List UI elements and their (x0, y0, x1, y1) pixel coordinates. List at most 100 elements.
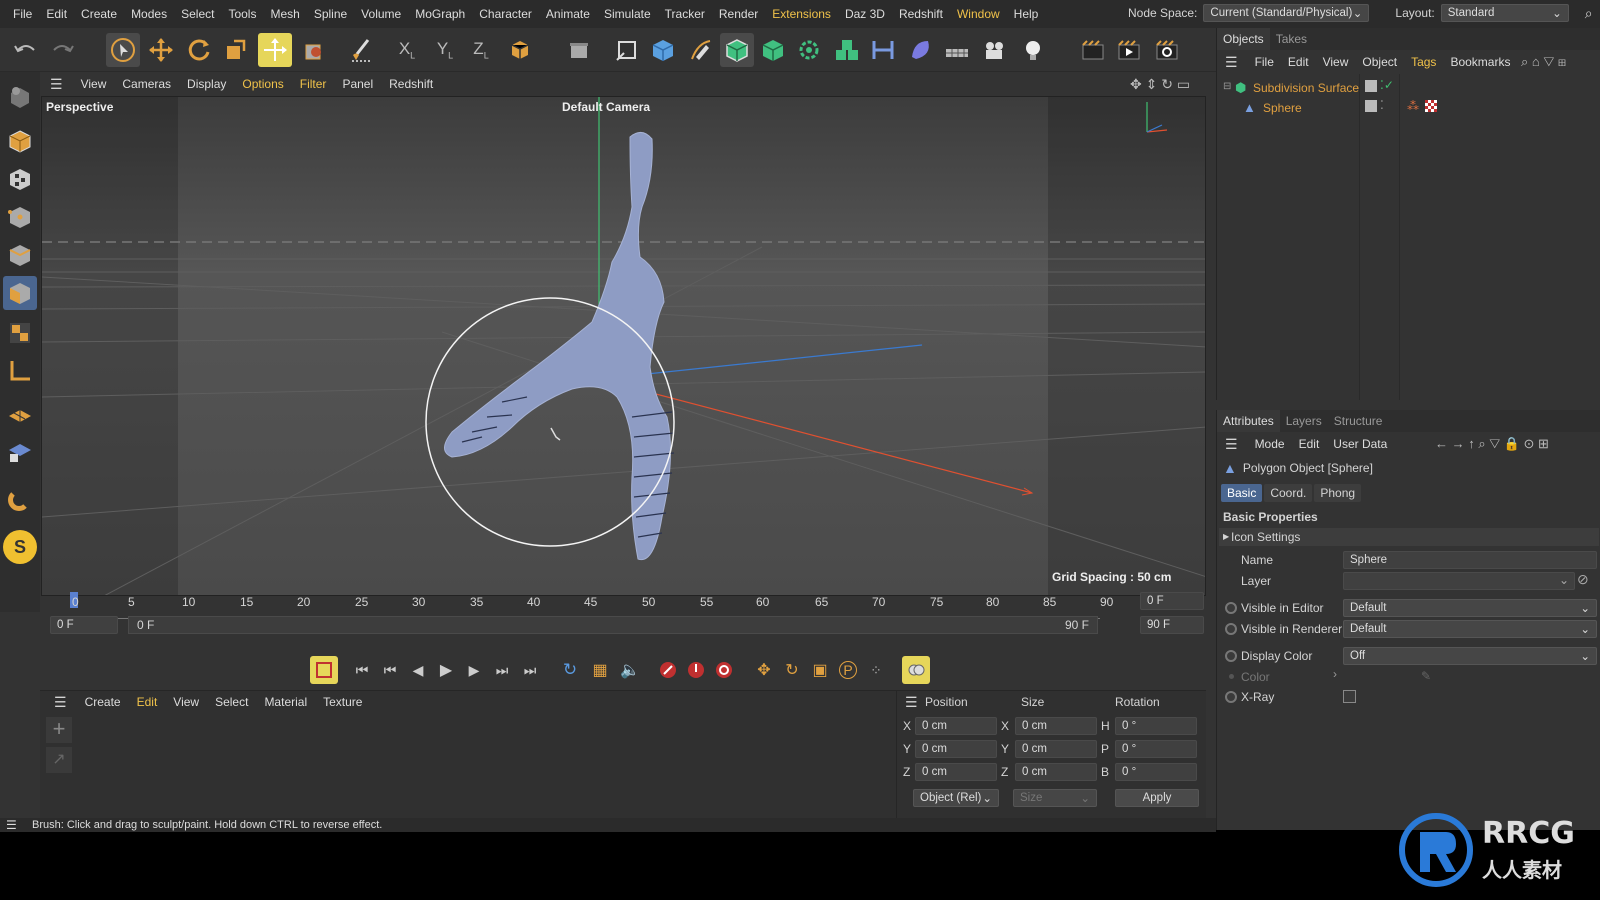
menu-tools[interactable]: Tools (221, 7, 263, 21)
tab-structure[interactable]: Structure (1328, 414, 1389, 428)
polygons-mode-icon[interactable] (3, 276, 37, 310)
object-manager-toolbar-icons[interactable]: ⌕ ⌂ ▽ ⊞ (1521, 54, 1566, 70)
z-axis-lock-icon[interactable]: ZL (464, 33, 498, 67)
animate-radio-icon[interactable] (1225, 691, 1237, 703)
eyedropper-icon[interactable]: ✎ (1421, 669, 1431, 683)
coordinate-system-icon[interactable] (502, 33, 536, 67)
sound-icon[interactable]: 🔈 (616, 656, 644, 684)
add-material-icon[interactable]: + (46, 717, 72, 743)
menu-edit[interactable]: Edit (39, 7, 74, 21)
object-row-subdivision-surface[interactable]: ⊟ ⬢ Subdivision Surface ⁚✓ (1217, 78, 1600, 98)
frame-range-slider[interactable]: 0 F 90 F (128, 616, 1098, 634)
objects-menu-edit[interactable]: Edit (1281, 55, 1316, 69)
menu-redshift[interactable]: Redshift (892, 7, 950, 21)
attr-menu-user-data[interactable]: User Data (1326, 437, 1394, 451)
animate-radio-icon[interactable] (1225, 623, 1237, 635)
material-menu-view[interactable]: View (165, 695, 207, 709)
camera-icon[interactable] (978, 33, 1012, 67)
pen-spline-icon[interactable] (684, 33, 718, 67)
hamburger-menu-icon[interactable]: ☰ (1225, 54, 1248, 71)
menu-animate[interactable]: Animate (539, 7, 597, 21)
name-field[interactable]: Sphere (1343, 551, 1597, 569)
play-icon[interactable]: ▶ (432, 656, 460, 684)
size-mode-dropdown[interactable]: Size ⌄ (1013, 789, 1097, 807)
render-to-picture-viewer-icon[interactable] (1112, 33, 1146, 67)
auto-key-icon[interactable] (682, 656, 710, 684)
icon-settings-group[interactable]: ▶ Icon Settings (1219, 528, 1599, 546)
rotate-tool-icon[interactable] (182, 33, 216, 67)
end-frame-field[interactable]: 90 F (1140, 616, 1204, 634)
node-space-dropdown[interactable]: Current (Standard/Physical) ⌄ (1203, 4, 1370, 22)
scale-tool-icon[interactable] (218, 33, 252, 67)
viewport-menu-cameras[interactable]: Cameras (114, 77, 179, 91)
hamburger-menu-icon[interactable]: ☰ (40, 76, 73, 93)
viewport-menu-redshift[interactable]: Redshift (381, 77, 441, 91)
rotation-h-field[interactable]: 0 ° (1115, 717, 1197, 735)
menu-render[interactable]: Render (712, 7, 765, 21)
objects-menu-tags[interactable]: Tags (1404, 55, 1443, 69)
tab-takes[interactable]: Takes (1270, 32, 1313, 46)
keyframe-record-icon[interactable] (310, 656, 338, 684)
keyframe-selection-icon[interactable] (710, 656, 738, 684)
menu-help[interactable]: Help (1007, 7, 1046, 21)
null-object-icon[interactable] (610, 33, 644, 67)
key-rotation-icon[interactable]: ↻ (778, 656, 806, 684)
visibility-dots-icon[interactable]: ⁚ (1380, 98, 1384, 112)
material-menu-material[interactable]: Material (256, 695, 315, 709)
viewport-menu-panel[interactable]: Panel (334, 77, 381, 91)
key-point-level-icon[interactable]: ⁘ (862, 656, 890, 684)
sculpt-brush-icon[interactable]: S (3, 530, 37, 564)
record-keys-icon[interactable] (654, 656, 682, 684)
move-tool-icon[interactable] (144, 33, 178, 67)
menu-window[interactable]: Window (950, 7, 1007, 21)
position-y-field[interactable]: 0 cm (915, 740, 997, 758)
edges-mode-icon[interactable] (3, 238, 37, 272)
floor-icon[interactable] (940, 33, 974, 67)
render-view-icon[interactable] (1076, 33, 1110, 67)
animate-radio-icon[interactable] (1225, 650, 1237, 662)
attr-toolbar-icons[interactable]: ← → ↑ ⌕ ▽ 🔒 ⊙ ⊞ (1435, 436, 1549, 452)
objects-menu-object[interactable]: Object (1355, 55, 1404, 69)
start-frame-field[interactable]: 0 F (50, 616, 118, 634)
size-x-field[interactable]: 0 cm (1015, 717, 1097, 735)
motion-system-icon[interactable] (902, 656, 930, 684)
axis-mode-icon[interactable] (3, 354, 37, 388)
next-frame-icon[interactable]: ▶ (460, 656, 488, 684)
viewport-menu-options[interactable]: Options (234, 77, 291, 91)
phong-tag-icon[interactable]: ⁂ (1407, 99, 1419, 113)
subtab-basic[interactable]: Basic (1221, 484, 1263, 502)
make-editable-icon[interactable] (3, 80, 37, 114)
tab-layers[interactable]: Layers (1280, 414, 1328, 428)
position-z-field[interactable]: 0 cm (915, 763, 997, 781)
go-to-end-icon[interactable]: ⏭ (516, 656, 544, 684)
snap-icon[interactable] (3, 398, 37, 432)
xray-checkbox[interactable] (1343, 690, 1356, 703)
layout-dropdown[interactable]: Standard ⌄ (1440, 4, 1569, 22)
objects-menu-file[interactable]: File (1248, 55, 1281, 69)
apply-button[interactable]: Apply (1115, 789, 1199, 807)
size-y-field[interactable]: 0 cm (1015, 740, 1097, 758)
hamburger-menu-icon[interactable]: ☰ (1225, 436, 1248, 453)
layer-field[interactable] (1343, 572, 1575, 590)
next-key-icon[interactable]: ⏭ (488, 656, 516, 684)
mograph-cloner-icon[interactable] (792, 33, 826, 67)
cube-icon[interactable] (646, 33, 680, 67)
material-menu-select[interactable]: Select (207, 695, 256, 709)
menu-create[interactable]: Create (74, 7, 124, 21)
render-settings-icon[interactable] (1150, 33, 1184, 67)
hamburger-menu-icon[interactable]: ☰ (905, 694, 918, 711)
texture-mode-icon[interactable] (3, 162, 37, 196)
material-tag-icon[interactable] (1425, 100, 1437, 112)
cloner-icon[interactable] (830, 33, 864, 67)
subtab-phong[interactable]: Phong (1314, 484, 1362, 502)
coordinate-mode-dropdown[interactable]: Object (Rel) ⌄ (913, 789, 999, 807)
size-z-field[interactable]: 0 cm (1015, 763, 1097, 781)
3d-viewport[interactable]: Perspective Default Camera Grid Spacing … (41, 96, 1206, 596)
menu-tracker[interactable]: Tracker (658, 7, 712, 21)
menu-file[interactable]: File (6, 7, 39, 21)
subdivision-surface-icon[interactable] (720, 33, 754, 67)
magnet-icon[interactable] (3, 482, 37, 516)
key-position-icon[interactable]: ✥ (750, 656, 778, 684)
light-icon[interactable] (1016, 33, 1050, 67)
enabled-check-icon[interactable]: ⁚✓ (1380, 78, 1394, 92)
